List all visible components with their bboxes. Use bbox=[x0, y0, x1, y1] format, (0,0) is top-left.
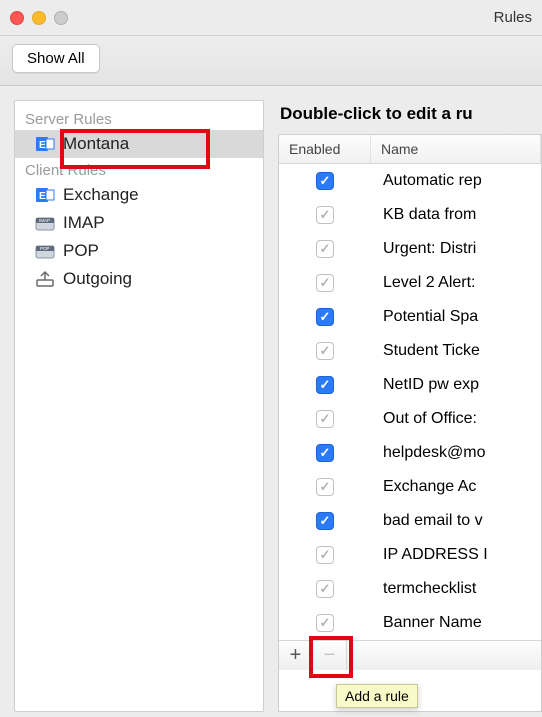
enabled-cell: ✓ bbox=[279, 240, 371, 258]
sidebar-item-outgoing[interactable]: Outgoing bbox=[15, 265, 263, 293]
sidebar: Server Rules E Montana Client Rules E Ex… bbox=[14, 100, 264, 712]
sidebar-item-label: Outgoing bbox=[63, 269, 132, 289]
rule-name: bad email to v bbox=[371, 512, 541, 530]
table-header: Enabled Name bbox=[279, 135, 541, 164]
rules-table: Enabled Name ✓ Automatic rep ✓ KB data from… bbox=[278, 134, 542, 712]
enabled-checkbox[interactable]: ✓ bbox=[316, 240, 334, 258]
table-row[interactable]: ✓ Student Ticke bbox=[279, 334, 541, 368]
table-row[interactable]: ✓ Level 2 Alert: bbox=[279, 266, 541, 300]
rule-name: termchecklist bbox=[371, 580, 541, 598]
enabled-cell: ✓ bbox=[279, 478, 371, 496]
column-enabled[interactable]: Enabled bbox=[279, 135, 371, 163]
column-name[interactable]: Name bbox=[371, 135, 541, 163]
table-row[interactable]: ✓ termchecklist bbox=[279, 572, 541, 606]
exchange-icon: E bbox=[35, 134, 55, 154]
enabled-checkbox[interactable]: ✓ bbox=[316, 478, 334, 496]
enabled-checkbox[interactable]: ✓ bbox=[316, 410, 334, 428]
table-row[interactable]: ✓ helpdesk@mo bbox=[279, 436, 541, 470]
toolbar: Show All bbox=[0, 36, 542, 86]
table-row[interactable]: ✓ IP ADDRESS I bbox=[279, 538, 541, 572]
rule-name: helpdesk@mo bbox=[371, 444, 541, 462]
enabled-cell: ✓ bbox=[279, 308, 371, 326]
close-icon[interactable] bbox=[10, 11, 24, 25]
enabled-cell: ✓ bbox=[279, 444, 371, 462]
table-row[interactable]: ✓ Banner Name bbox=[279, 606, 541, 640]
server-rules-header: Server Rules bbox=[15, 107, 263, 130]
rule-name: KB data from bbox=[371, 206, 541, 224]
table-row[interactable]: ✓ Exchange Ac bbox=[279, 470, 541, 504]
enabled-checkbox[interactable]: ✓ bbox=[316, 342, 334, 360]
rule-name: NetID pw exp bbox=[371, 376, 541, 394]
rule-name: Urgent: Distri bbox=[371, 240, 541, 258]
enabled-cell: ✓ bbox=[279, 274, 371, 292]
enabled-checkbox[interactable]: ✓ bbox=[316, 580, 334, 598]
table-body: ✓ Automatic rep ✓ KB data from ✓ Urgent: Dist… bbox=[279, 164, 541, 640]
table-row[interactable]: ✓ Potential Spa bbox=[279, 300, 541, 334]
enabled-cell: ✓ bbox=[279, 580, 371, 598]
table-row[interactable]: ✓ bad email to v bbox=[279, 504, 541, 538]
minimize-icon[interactable] bbox=[32, 11, 46, 25]
sidebar-item-label: Montana bbox=[63, 134, 129, 154]
rule-name: IP ADDRESS I bbox=[371, 546, 541, 564]
enabled-checkbox[interactable]: ✓ bbox=[316, 512, 334, 530]
enabled-checkbox[interactable]: ✓ bbox=[316, 614, 334, 632]
sidebar-item-imap[interactable]: IMAP IMAP bbox=[15, 209, 263, 237]
enabled-cell: ✓ bbox=[279, 376, 371, 394]
outgoing-icon bbox=[35, 269, 55, 289]
table-row[interactable]: ✓ NetID pw exp bbox=[279, 368, 541, 402]
enabled-checkbox[interactable]: ✓ bbox=[316, 546, 334, 564]
enabled-cell: ✓ bbox=[279, 546, 371, 564]
window-controls bbox=[10, 11, 68, 25]
enabled-cell: ✓ bbox=[279, 512, 371, 530]
table-footer: + − bbox=[279, 640, 541, 670]
enabled-cell: ✓ bbox=[279, 614, 371, 632]
show-all-button[interactable]: Show All bbox=[12, 44, 100, 73]
instruction-text: Double-click to edit a ru bbox=[278, 100, 542, 134]
rule-name: Level 2 Alert: bbox=[371, 274, 541, 292]
enabled-checkbox[interactable]: ✓ bbox=[316, 376, 334, 394]
client-rules-header: Client Rules bbox=[15, 158, 263, 181]
enabled-cell: ✓ bbox=[279, 172, 371, 190]
svg-text:POP: POP bbox=[40, 246, 50, 251]
table-row[interactable]: ✓ Automatic rep bbox=[279, 164, 541, 198]
svg-text:IMAP: IMAP bbox=[39, 218, 50, 223]
rules-panel: Double-click to edit a ru Enabled Name ✓… bbox=[278, 100, 542, 712]
sidebar-item-label: Exchange bbox=[63, 185, 139, 205]
add-rule-button[interactable]: + bbox=[279, 641, 313, 670]
sidebar-item-exchange[interactable]: E Exchange bbox=[15, 181, 263, 209]
table-row[interactable]: ✓ KB data from bbox=[279, 198, 541, 232]
window-title: Rules bbox=[494, 9, 532, 26]
zoom-icon[interactable] bbox=[54, 11, 68, 25]
enabled-cell: ✓ bbox=[279, 342, 371, 360]
remove-rule-button[interactable]: − bbox=[313, 641, 347, 670]
pop-icon: POP bbox=[35, 241, 55, 261]
imap-icon: IMAP bbox=[35, 213, 55, 233]
rule-name: Student Ticke bbox=[371, 342, 541, 360]
enabled-checkbox[interactable]: ✓ bbox=[316, 308, 334, 326]
titlebar: Rules bbox=[0, 0, 542, 36]
sidebar-item-pop[interactable]: POP POP bbox=[15, 237, 263, 265]
svg-text:E: E bbox=[39, 140, 46, 151]
sidebar-item-label: IMAP bbox=[63, 213, 105, 233]
rule-name: Out of Office: bbox=[371, 410, 541, 428]
enabled-cell: ✓ bbox=[279, 410, 371, 428]
enabled-checkbox[interactable]: ✓ bbox=[316, 444, 334, 462]
exchange-icon: E bbox=[35, 185, 55, 205]
svg-text:E: E bbox=[39, 191, 46, 202]
table-row[interactable]: ✓ Out of Office: bbox=[279, 402, 541, 436]
rule-name: Exchange Ac bbox=[371, 478, 541, 496]
rule-name: Banner Name bbox=[371, 614, 541, 632]
rule-name: Automatic rep bbox=[371, 172, 541, 190]
sidebar-item-label: POP bbox=[63, 241, 99, 261]
enabled-checkbox[interactable]: ✓ bbox=[316, 172, 334, 190]
sidebar-item-montana[interactable]: E Montana bbox=[15, 130, 263, 158]
table-row[interactable]: ✓ Urgent: Distri bbox=[279, 232, 541, 266]
rule-name: Potential Spa bbox=[371, 308, 541, 326]
enabled-checkbox[interactable]: ✓ bbox=[316, 206, 334, 224]
tooltip: Add a rule bbox=[336, 684, 418, 708]
enabled-checkbox[interactable]: ✓ bbox=[316, 274, 334, 292]
content: Server Rules E Montana Client Rules E Ex… bbox=[0, 86, 542, 712]
enabled-cell: ✓ bbox=[279, 206, 371, 224]
